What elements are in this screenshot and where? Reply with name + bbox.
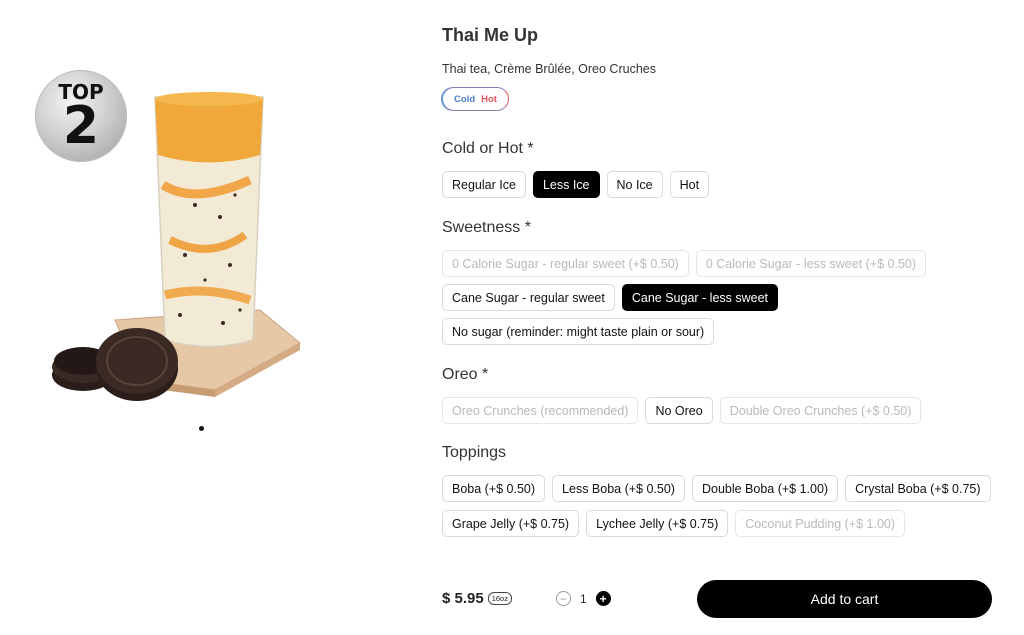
section-title-toppings: Toppings — [442, 444, 507, 461]
option-cold-hot-0[interactable]: Regular Ice — [442, 171, 526, 198]
section-title-sweetness: Sweetness * — [442, 219, 531, 236]
product-description: Thai tea, Crème Brûlée, Oreo Cruches — [442, 62, 656, 76]
minus-circle-icon[interactable]: − — [556, 591, 571, 606]
quantity-stepper: − 1 + — [556, 591, 611, 606]
temperature-badge: Cold Hot — [442, 87, 509, 111]
add-to-cart-button[interactable]: Add to cart — [697, 580, 992, 618]
options-sweetness-row-1: 0 Calorie Sugar - regular sweet (+$ 0.50… — [442, 250, 927, 277]
options-toppings-row-2: Grape Jelly (+$ 0.75) Lychee Jelly (+$ 0.… — [442, 510, 906, 537]
option-sweetness-2[interactable]: Cane Sugar - regular sweet — [442, 284, 615, 311]
cold-label: Cold — [454, 93, 476, 105]
option-toppings-1[interactable]: Less Boba (+$ 0.50) — [552, 475, 685, 502]
option-toppings-4[interactable]: Grape Jelly (+$ 0.75) — [442, 510, 580, 537]
option-sweetness-4[interactable]: No sugar (reminder: might taste plain or… — [442, 318, 715, 345]
option-sweetness-1: 0 Calorie Sugar - less sweet (+$ 0.50) — [695, 250, 927, 277]
size-tag: 16oz — [487, 592, 512, 605]
section-title-oreo: Oreo * — [442, 366, 489, 383]
option-toppings-3[interactable]: Crystal Boba (+$ 0.75) — [845, 475, 991, 502]
option-toppings-5[interactable]: Lychee Jelly (+$ 0.75) — [586, 510, 729, 537]
section-title-cold-hot: Cold or Hot * — [442, 140, 534, 157]
option-oreo-0: Oreo Crunches (recommended) — [442, 397, 639, 424]
option-cold-hot-2[interactable]: No Ice — [606, 171, 663, 198]
option-sweetness-3[interactable]: Cane Sugar - less sweet — [621, 284, 779, 311]
product-title: Thai Me Up — [442, 25, 539, 45]
option-oreo-2: Double Oreo Crunches (+$ 0.50) — [719, 397, 922, 424]
option-oreo-1[interactable]: No Oreo — [645, 397, 713, 424]
option-cold-hot-1[interactable]: Less Ice — [532, 171, 600, 198]
quantity-value: 1 — [580, 591, 587, 606]
options-sweetness-row-3: No sugar (reminder: might taste plain or… — [442, 318, 715, 345]
carousel-dot[interactable] — [199, 426, 204, 431]
product-image-panel: TOP 2 — [0, 0, 420, 460]
option-cold-hot-3[interactable]: Hot — [669, 171, 710, 198]
options-oreo: Oreo Crunches (recommended) No Oreo Double… — [442, 397, 922, 424]
option-sweetness-0: 0 Calorie Sugar - regular sweet (+$ 0.50… — [442, 250, 689, 277]
options-toppings-row-1: Boba (+$ 0.50) Less Boba (+$ 0.50) Double … — [442, 475, 991, 502]
price-value: $ 5.95 — [442, 590, 484, 607]
option-toppings-2[interactable]: Double Boba (+$ 1.00) — [691, 475, 839, 502]
hot-label: Hot — [481, 93, 497, 105]
option-toppings-6: Coconut Pudding (+$ 1.00) — [735, 510, 906, 537]
option-toppings-0[interactable]: Boba (+$ 0.50) — [442, 475, 546, 502]
product-drink-image — [52, 92, 301, 401]
price-display: $ 5.95 16oz — [442, 590, 512, 607]
options-cold-hot: Regular Ice Less Ice No Ice Hot — [442, 171, 710, 198]
options-sweetness-row-2: Cane Sugar - regular sweet Cane Sugar - l… — [442, 284, 779, 311]
plus-circle-icon[interactable]: + — [595, 591, 611, 606]
